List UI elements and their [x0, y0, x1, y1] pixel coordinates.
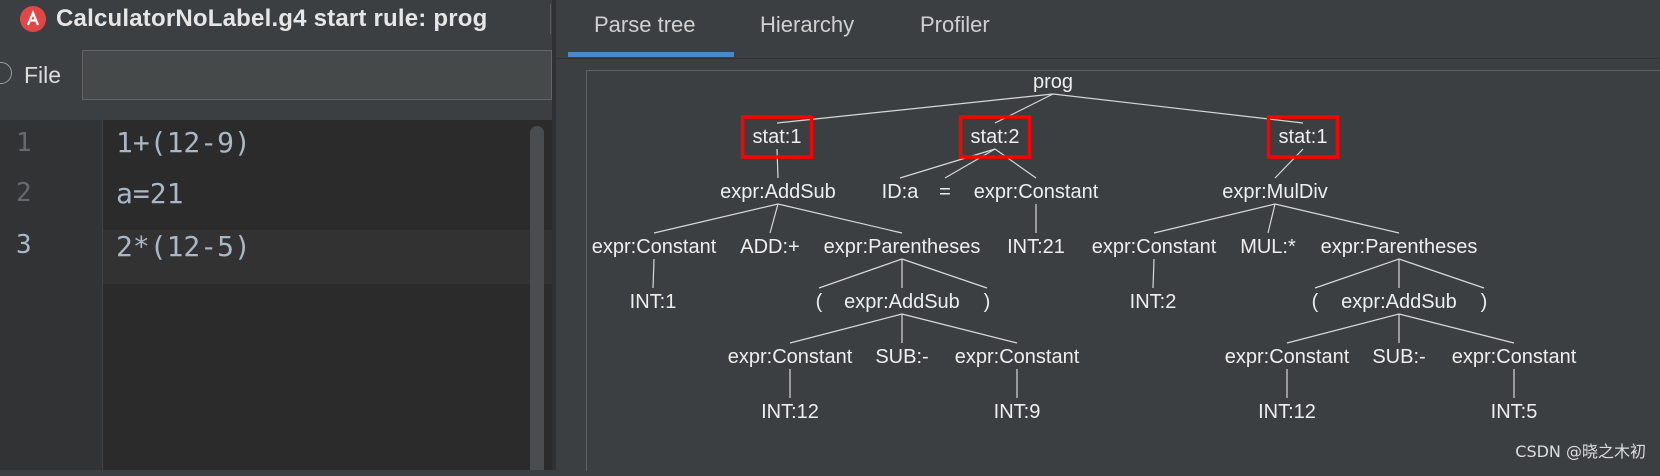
tree-node-expr[interactable]: expr:Constant: [1452, 346, 1577, 368]
tree-node-expr[interactable]: expr:Constant: [974, 181, 1099, 203]
tab-hierarchy[interactable]: Hierarchy: [760, 12, 854, 38]
line-number: 3: [16, 230, 32, 260]
tree-node-token[interactable]: INT:5: [1491, 401, 1538, 423]
tab-profiler[interactable]: Profiler: [920, 12, 990, 38]
tree-node-token[interactable]: =: [939, 181, 951, 203]
tree-node-expr[interactable]: expr:Constant: [728, 346, 853, 368]
file-label: File: [24, 62, 62, 88]
line-number: 2: [16, 178, 32, 208]
code-line[interactable]: 2*(12-5): [116, 230, 251, 263]
tree-node-token[interactable]: INT:21: [1007, 236, 1065, 258]
tree-edge: [944, 148, 996, 179]
tree-edge: [818, 258, 903, 289]
tree-node-expr[interactable]: expr:AddSub: [1341, 291, 1457, 313]
tree-node-token[interactable]: INT:9: [994, 401, 1041, 423]
line-number-gutter: 1 2 3: [0, 120, 103, 470]
tree-edge: [769, 203, 779, 234]
tree-edge: [1274, 203, 1400, 234]
tree-node-stat[interactable]: stat:1: [1279, 126, 1328, 148]
editor-scrollbar[interactable]: [530, 126, 544, 470]
tab-parse-tree[interactable]: Parse tree: [594, 12, 696, 38]
tree-edge: [1274, 148, 1304, 179]
tree-edge: [1267, 203, 1276, 234]
tree-edge: [1052, 93, 1304, 124]
parse-tree-view[interactable]: prog stat:1 stat:2 stat:1 expr:AddSub ex…: [586, 70, 1660, 471]
tree-edge: [899, 148, 996, 179]
tree-node-expr[interactable]: expr:Parentheses: [1321, 236, 1478, 258]
tree-node-expr[interactable]: expr:Constant: [955, 346, 1080, 368]
file-path-input[interactable]: [82, 50, 552, 100]
tree-edge: [777, 203, 903, 234]
tree-node-token[interactable]: (: [1312, 291, 1319, 313]
watermark: CSDN @晓之木初: [1515, 442, 1646, 461]
title-bar: CalculatorNoLabel.g4 start rule: prog: [0, 0, 552, 38]
tree-node-expr[interactable]: expr:Parentheses: [824, 236, 981, 258]
tree-node-token[interactable]: ID:a: [882, 181, 920, 203]
tree-node-expr[interactable]: expr:AddSub: [720, 181, 836, 203]
tree-node-expr[interactable]: expr:Constant: [1092, 236, 1217, 258]
grammar-input-panel: CalculatorNoLabel.g4 start rule: prog Fi…: [0, 0, 552, 470]
tree-edge: [1153, 203, 1276, 234]
parse-results-panel: Parse tree Hierarchy Profiler prog stat:…: [556, 0, 1660, 471]
tree-node-token[interactable]: ): [984, 291, 991, 313]
tree-edge: [653, 203, 779, 234]
tree-node-token[interactable]: (: [816, 291, 823, 313]
code-line[interactable]: 1+(12-9): [116, 126, 251, 159]
tree-node-token[interactable]: ): [1481, 291, 1488, 313]
tree-node-expr[interactable]: expr:Constant: [592, 236, 717, 258]
tree-edge: [901, 313, 1018, 344]
tree-edge: [789, 313, 903, 344]
tree-node-stat[interactable]: stat:1: [753, 126, 802, 148]
active-tab-indicator: [568, 52, 734, 57]
tree-node-token[interactable]: INT:2: [1130, 291, 1177, 313]
tree-node-token[interactable]: INT:12: [1258, 401, 1316, 423]
title-divider: [550, 4, 551, 34]
tree-node-prog[interactable]: prog: [1033, 71, 1073, 93]
window-title: CalculatorNoLabel.g4 start rule: prog: [56, 5, 488, 32]
parse-tree-diagram: prog stat:1 stat:2 stat:1 expr:AddSub ex…: [592, 71, 1577, 423]
tree-node-stat[interactable]: stat:2: [971, 126, 1020, 148]
tree-edge: [776, 148, 779, 179]
tree-node-token[interactable]: ADD:+: [740, 236, 799, 258]
tree-node-token[interactable]: SUB:-: [1372, 346, 1425, 368]
code-editor[interactable]: 1 2 3 1+(12-9) a=21 2*(12-5): [0, 120, 552, 470]
code-line[interactable]: a=21: [116, 177, 183, 210]
file-row: File: [0, 50, 552, 102]
tree-node-token[interactable]: INT:1: [630, 291, 677, 313]
tree-edge: [1152, 258, 1155, 289]
antlr-icon: [20, 6, 46, 32]
tree-node-token[interactable]: MUL:*: [1240, 236, 1296, 258]
tree-edge: [652, 258, 655, 289]
tree-edge: [1398, 313, 1515, 344]
tree-node-expr[interactable]: expr:MulDiv: [1222, 181, 1328, 203]
tree-node-token[interactable]: INT:12: [761, 401, 819, 423]
tree-node-expr[interactable]: expr:AddSub: [844, 291, 960, 313]
line-number: 1: [16, 128, 32, 158]
tree-edge: [1314, 258, 1400, 289]
result-tabs: Parse tree Hierarchy Profiler: [556, 0, 1660, 59]
file-radio-button[interactable]: [0, 62, 12, 84]
tree-edge: [1286, 313, 1400, 344]
tree-edge: [1398, 258, 1485, 289]
tree-node-expr[interactable]: expr:Constant: [1225, 346, 1350, 368]
tree-node-token[interactable]: SUB:-: [875, 346, 928, 368]
tree-edge: [901, 258, 988, 289]
